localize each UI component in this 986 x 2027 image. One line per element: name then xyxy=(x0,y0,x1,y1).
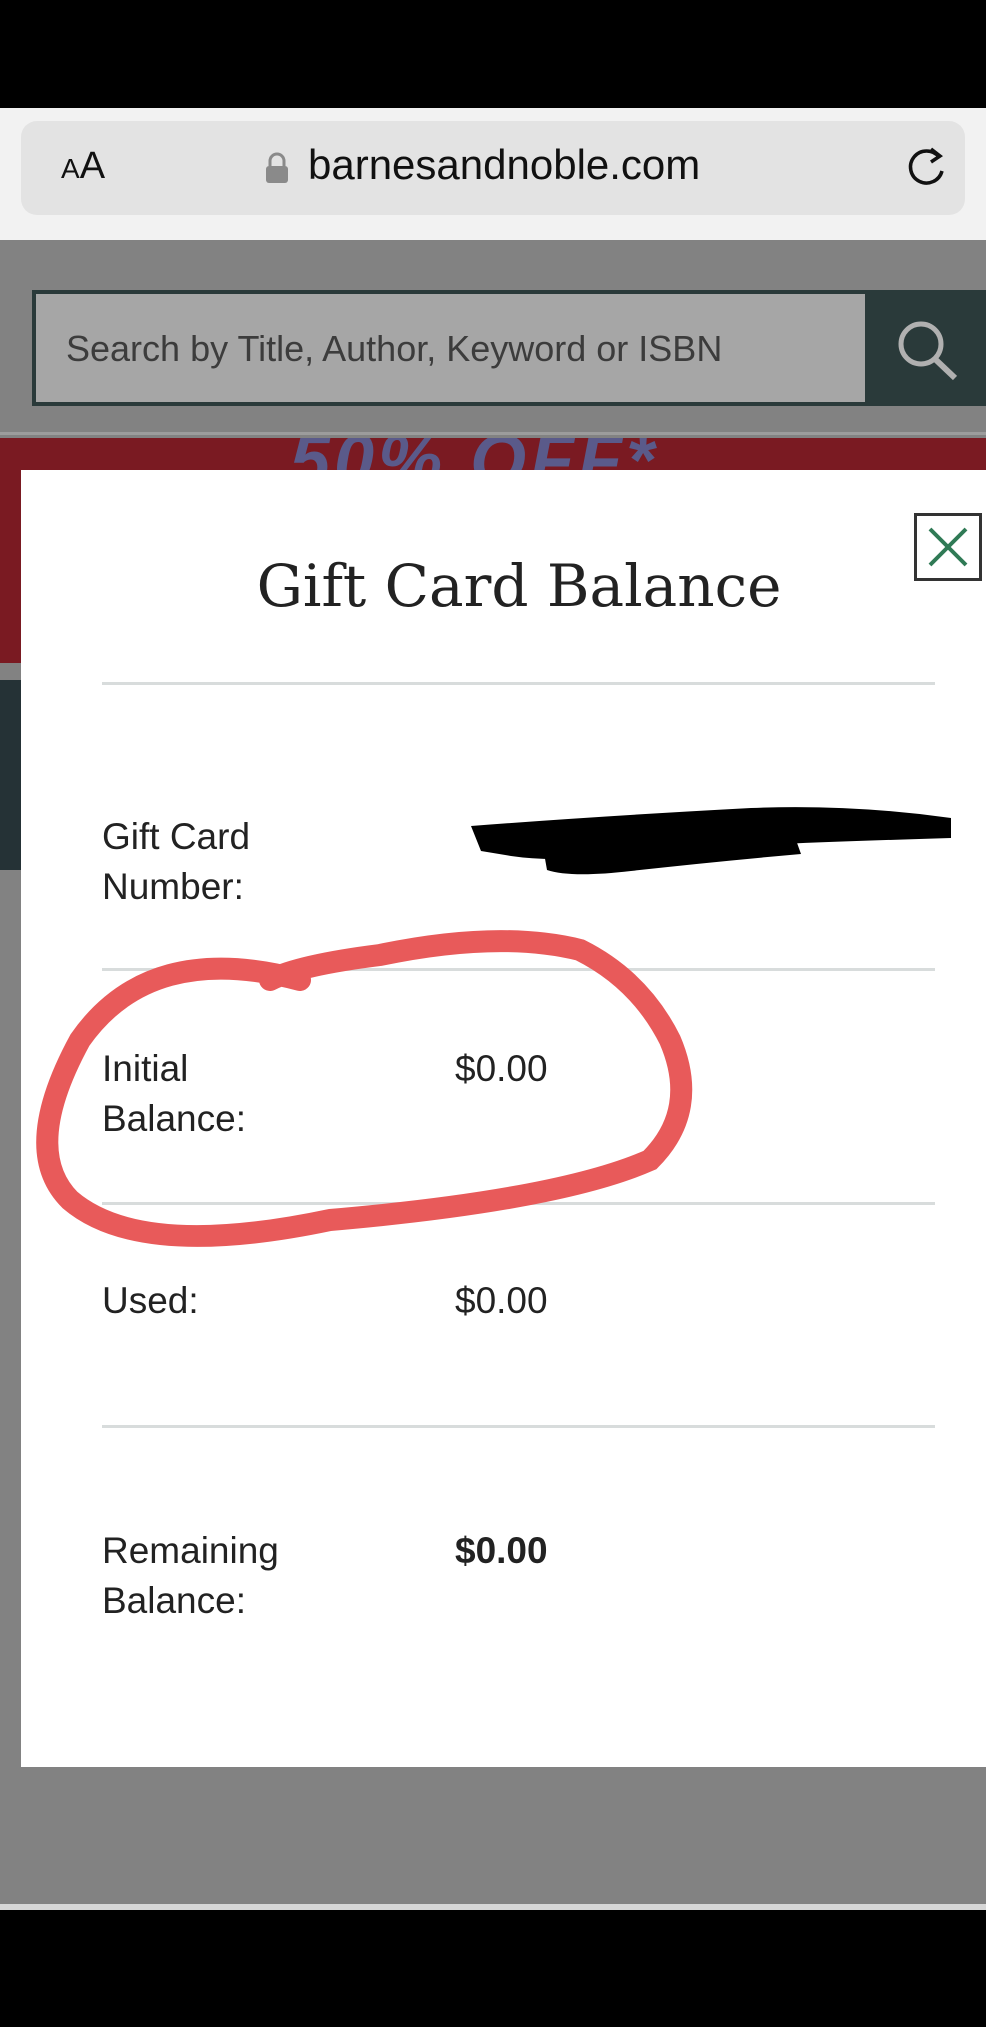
label-line: Gift Card xyxy=(102,816,251,857)
used-value: $0.00 xyxy=(455,1280,548,1321)
browser-address-bar: AA barnesandnoble.com xyxy=(0,108,986,240)
search-input[interactable]: Search by Title, Author, Keyword or ISBN xyxy=(32,290,869,406)
reload-icon[interactable] xyxy=(901,143,951,193)
divider xyxy=(102,1202,935,1205)
home-indicator-area xyxy=(0,1910,986,2027)
label-line: Balance: xyxy=(102,1098,246,1139)
label-line: Balance: xyxy=(102,1580,246,1621)
status-bar xyxy=(0,0,986,108)
divider xyxy=(102,682,935,685)
search-placeholder: Search by Title, Author, Keyword or ISBN xyxy=(66,328,723,369)
url-text: barnesandnoble.com xyxy=(308,141,701,188)
modal-title: Gift Card Balance xyxy=(256,552,782,620)
initial-balance-value: $0.00 xyxy=(455,1048,548,1089)
divider xyxy=(102,1425,935,1428)
remaining-balance-value: $0.00 xyxy=(455,1530,548,1571)
used-label: Used: xyxy=(102,1280,199,1321)
redaction-scribble xyxy=(471,807,951,875)
initial-balance-label: Initial Balance: xyxy=(102,1044,342,1144)
label-line: Initial xyxy=(102,1048,189,1089)
text-size-button[interactable]: AA xyxy=(61,145,105,188)
divider xyxy=(0,432,986,435)
search-button[interactable] xyxy=(869,290,986,406)
gift-card-balance-modal: Gift Card Balance Gift Card Number: Init… xyxy=(21,470,986,1767)
remaining-balance-label: Remaining Balance: xyxy=(102,1526,342,1626)
url-pill[interactable]: AA barnesandnoble.com xyxy=(21,121,965,215)
label-line: Remaining xyxy=(102,1530,279,1571)
gift-card-number-label: Gift Card Number: xyxy=(102,812,342,912)
search-icon xyxy=(898,321,958,381)
label-line: Number: xyxy=(102,866,244,907)
divider xyxy=(102,968,935,971)
lock-icon xyxy=(266,152,288,183)
